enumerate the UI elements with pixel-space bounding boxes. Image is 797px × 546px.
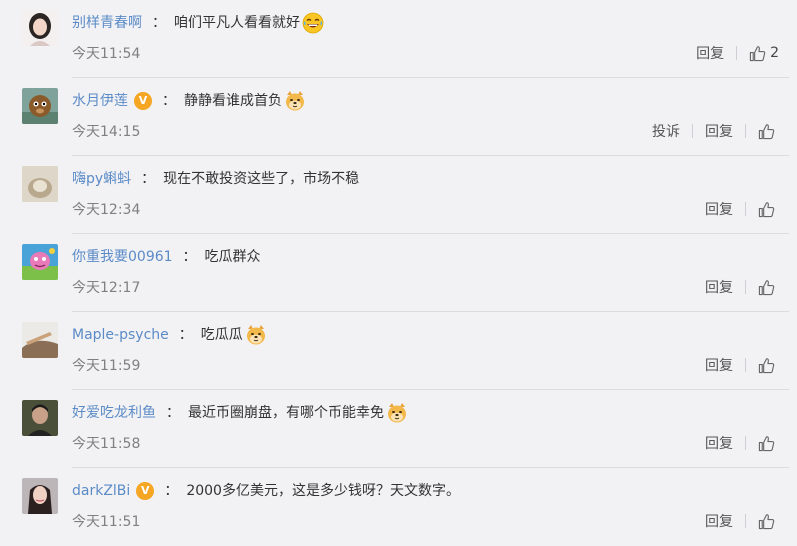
like-count: 2	[770, 45, 779, 61]
avatar[interactable]	[22, 166, 58, 202]
comment-time: 今天12:34	[72, 202, 141, 218]
like-button[interactable]	[758, 435, 779, 452]
avatar[interactable]	[22, 244, 58, 280]
divider	[745, 124, 746, 138]
colon: ：	[164, 483, 179, 499]
comment-time: 今天11:51	[72, 514, 141, 530]
colon: ：	[152, 15, 166, 31]
like-button[interactable]	[758, 201, 779, 218]
thumbs-up-icon	[758, 123, 775, 139]
reply-button[interactable]: 回复	[705, 277, 733, 297]
comment-line: 水月伊莲 V ： 静静看谁成首负	[72, 88, 306, 114]
thumbs-up-icon	[749, 45, 766, 61]
like-button[interactable]	[758, 357, 779, 374]
thumbs-up-icon	[758, 435, 775, 451]
avatar[interactable]	[22, 400, 58, 436]
like-button[interactable]	[758, 513, 779, 530]
colon: ：	[178, 327, 193, 343]
comment-list: 别样青春啊 ： 咱们平凡人看看就好 今天11:54 回复 2 水月伊莲 V ： …	[0, 0, 797, 533]
like-button[interactable]	[758, 123, 779, 140]
reply-button[interactable]: 回复	[705, 199, 733, 219]
reply-button[interactable]: 回复	[705, 121, 733, 141]
verified-badge-icon: V	[134, 92, 152, 110]
comment-actions: 回复	[705, 276, 779, 298]
divider	[745, 280, 746, 294]
reply-button[interactable]: 回复	[705, 511, 733, 531]
comment-item: darkZlBi V ： 2000多亿美元，这是多少钱呀？天文数字。 今天11:…	[0, 468, 797, 546]
like-button[interactable]: 2	[749, 45, 779, 62]
comment-item: 你重我要00961 ： 吃瓜群众 今天12:17 回复	[0, 234, 797, 312]
comment-actions: 回复	[705, 198, 779, 220]
colon: ：	[166, 405, 180, 421]
doge-emoji	[286, 91, 304, 111]
username[interactable]: darkZlBi	[72, 481, 130, 501]
comment-text: 吃瓜瓜	[200, 327, 243, 343]
comment-actions: 回复	[705, 510, 779, 532]
comment-text: 现在不敢投资这些了，市场不稳	[163, 171, 360, 187]
comment-text: 静静看谁成首负	[184, 93, 282, 109]
comment-text: 最近币圈崩盘，有哪个币能幸免	[188, 405, 384, 421]
thumbs-up-icon	[758, 201, 775, 217]
comment-text: 吃瓜群众	[204, 249, 261, 265]
avatar[interactable]	[22, 10, 58, 46]
comment-line: 好爱吃龙利鱼 ： 最近币圈崩盘，有哪个币能幸免	[72, 400, 408, 426]
comment-time: 今天11:59	[72, 358, 141, 374]
comment-time: 今天14:15	[72, 124, 141, 140]
laughing-tears-emoji	[302, 12, 324, 34]
colon: ：	[182, 249, 197, 265]
divider	[692, 124, 693, 138]
username[interactable]: 嗨py蝌蚪	[72, 169, 131, 189]
comment-item: 好爱吃龙利鱼 ： 最近币圈崩盘，有哪个币能幸免 今天11:58 回复	[0, 390, 797, 468]
username[interactable]: 你重我要00961	[72, 247, 173, 267]
username[interactable]: 好爱吃龙利鱼	[72, 403, 156, 423]
comment-text: 2000多亿美元，这是多少钱呀？天文数字。	[186, 483, 460, 499]
comment-item: 嗨py蝌蚪 ： 现在不敢投资这些了，市场不稳 今天12:34 回复	[0, 156, 797, 234]
thumbs-up-icon	[758, 279, 775, 295]
comment-actions: 投诉 回复	[652, 120, 779, 142]
comment-item: 水月伊莲 V ： 静静看谁成首负 今天14:15 投诉 回复	[0, 78, 797, 156]
colon: ：	[141, 171, 156, 187]
comment-line: 你重我要00961 ： 吃瓜群众	[72, 244, 261, 270]
reply-button[interactable]: 回复	[705, 433, 733, 453]
comment-item: Maple-psyche ： 吃瓜瓜 今天11:59 回复	[0, 312, 797, 390]
comment-time: 今天11:58	[72, 436, 141, 452]
divider	[745, 436, 746, 450]
comment-actions: 回复	[705, 354, 779, 376]
reply-button[interactable]: 回复	[705, 355, 733, 375]
avatar[interactable]	[22, 88, 58, 124]
divider	[745, 202, 746, 216]
comment-time: 今天12:17	[72, 280, 141, 296]
thumbs-up-icon	[758, 513, 775, 529]
reply-button[interactable]: 回复	[696, 43, 724, 63]
divider	[745, 358, 746, 372]
comment-text: 咱们平凡人看看就好	[174, 15, 300, 31]
comment-line: 别样青春啊 ： 咱们平凡人看看就好	[72, 10, 324, 36]
colon: ：	[162, 93, 176, 109]
doge-emoji	[388, 403, 406, 423]
comment-time: 今天11:54	[72, 46, 141, 62]
doge-emoji	[246, 325, 265, 345]
comment-actions: 回复 2	[696, 42, 779, 64]
comment-line: Maple-psyche ： 吃瓜瓜	[72, 322, 267, 348]
comment-line: 嗨py蝌蚪 ： 现在不敢投资这些了，市场不稳	[72, 166, 359, 192]
comment-actions: 回复	[705, 432, 779, 454]
username[interactable]: Maple-psyche	[72, 325, 169, 345]
verified-badge-icon: V	[136, 482, 155, 500]
avatar[interactable]	[22, 478, 58, 514]
like-button[interactable]	[758, 279, 779, 296]
report-button[interactable]: 投诉	[652, 121, 680, 141]
username[interactable]: 水月伊莲	[72, 91, 128, 111]
divider	[745, 514, 746, 528]
comment-item: 别样青春啊 ： 咱们平凡人看看就好 今天11:54 回复 2	[0, 0, 797, 78]
avatar[interactable]	[22, 322, 58, 358]
comment-line: darkZlBi V ： 2000多亿美元，这是多少钱呀？天文数字。	[72, 478, 460, 504]
username[interactable]: 别样青春啊	[72, 13, 142, 33]
thumbs-up-icon	[758, 357, 775, 373]
divider	[736, 46, 738, 60]
